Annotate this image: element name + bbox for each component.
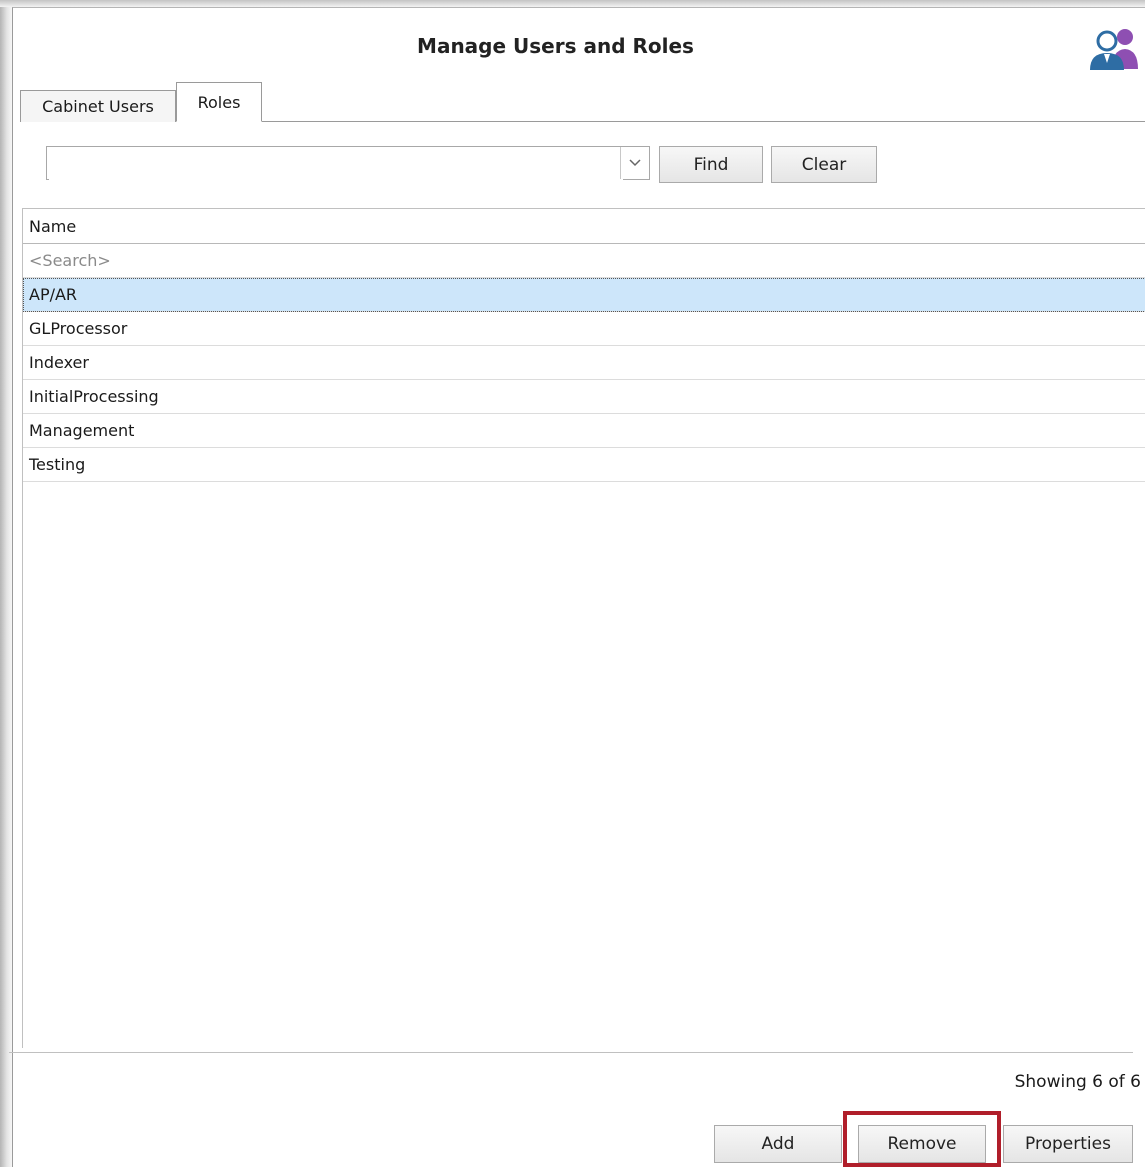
tab-cabinet-users[interactable]: Cabinet Users xyxy=(20,90,176,122)
window-shadow-top xyxy=(0,0,1145,7)
clear-button[interactable]: Clear xyxy=(771,146,877,183)
window-shadow-left xyxy=(0,0,12,1167)
dialog-title: Manage Users and Roles xyxy=(417,34,694,58)
tab-strip: Cabinet Users Roles xyxy=(20,82,1145,122)
role-search-input[interactable] xyxy=(49,148,623,180)
table-row[interactable]: Indexer xyxy=(23,346,1145,380)
table-row[interactable]: Testing xyxy=(23,448,1145,482)
add-button[interactable]: Add xyxy=(714,1125,842,1163)
status-count: Showing 6 of 6 xyxy=(1014,1072,1141,1092)
table-row[interactable]: AP/AR xyxy=(23,278,1145,312)
grid-search-row[interactable]: <Search> xyxy=(23,244,1145,278)
chevron-down-icon[interactable] xyxy=(620,147,649,179)
table-row[interactable]: Management xyxy=(23,414,1145,448)
users-roles-icon xyxy=(1090,29,1138,70)
remove-button[interactable]: Remove xyxy=(858,1125,986,1163)
role-search-combobox[interactable] xyxy=(46,146,650,180)
properties-button[interactable]: Properties xyxy=(1003,1125,1133,1163)
manage-users-dialog: Manage Users and Roles Cabinet Users Rol… xyxy=(12,7,1145,1167)
column-header-name[interactable]: Name xyxy=(23,209,1145,244)
find-button[interactable]: Find xyxy=(659,146,763,183)
table-row[interactable]: GLProcessor xyxy=(23,312,1145,346)
grid-rows: AP/AR GLProcessor Indexer InitialProcess… xyxy=(23,278,1145,482)
roles-grid: Name <Search> AP/AR GLProcessor Indexer … xyxy=(22,208,1145,1048)
table-row[interactable]: InitialProcessing xyxy=(23,380,1145,414)
grid-footer-divider xyxy=(9,1052,1133,1053)
tab-roles[interactable]: Roles xyxy=(176,82,262,122)
